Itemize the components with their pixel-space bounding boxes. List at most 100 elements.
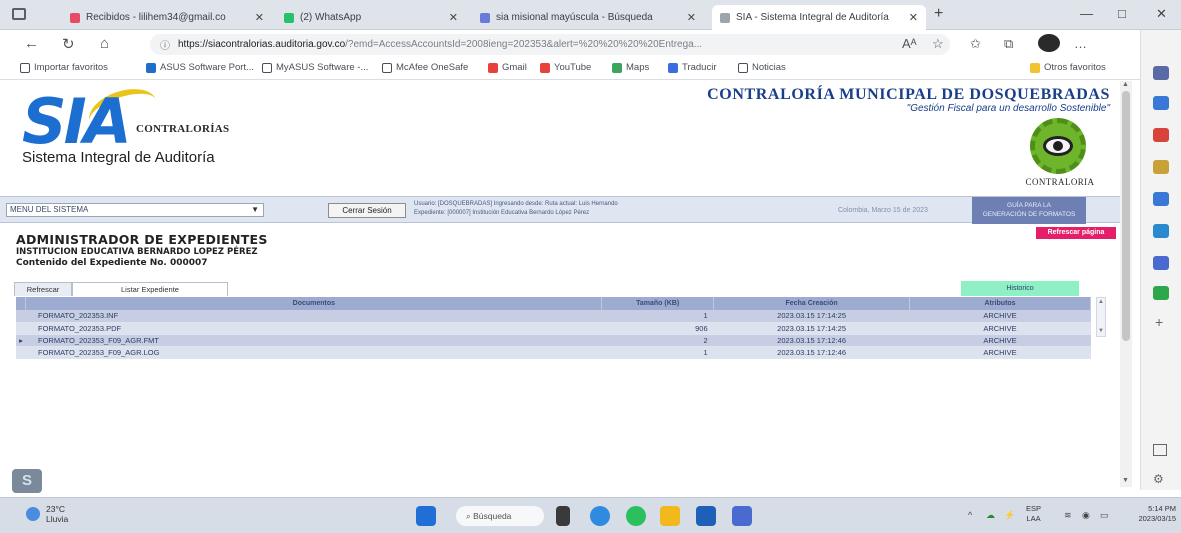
scroll-up-arrow-icon[interactable]: ▲ — [1122, 81, 1129, 88]
chat-icon[interactable] — [590, 506, 610, 526]
task-view-icon[interactable] — [556, 506, 570, 526]
table-row[interactable]: FORMATO_202353_F09_AGR.LOG 1 2023.03.15 … — [16, 346, 1091, 359]
taskbar-search[interactable]: ⌕ Búsqueda — [456, 506, 544, 526]
battery-level-icon[interactable]: ▭ — [1100, 510, 1109, 521]
weather-icon[interactable] — [26, 507, 40, 521]
bookmark-maps[interactable]: Maps — [612, 62, 649, 73]
tab-list-expediente[interactable]: Listar Expediente — [72, 282, 228, 296]
store-icon[interactable] — [696, 506, 716, 526]
bookmark-youtube[interactable]: YouTube — [540, 62, 591, 73]
favorites-icon[interactable]: ✩ — [970, 36, 981, 52]
profile-avatar[interactable] — [1038, 34, 1060, 52]
bookmark-gmail[interactable]: Gmail — [488, 62, 527, 73]
tab-sia[interactable]: SIA - Sistema Integral de Auditoría ✕ — [712, 5, 926, 30]
edge-icon[interactable] — [626, 506, 646, 526]
seal-label: CONTRALORIA — [1025, 177, 1095, 187]
new-tab-button[interactable]: + — [934, 5, 943, 23]
people-icon[interactable] — [1153, 160, 1169, 174]
document-name[interactable]: FORMATO_202353.INF — [25, 310, 602, 323]
photos-icon[interactable] — [732, 506, 752, 526]
reload-button[interactable]: ↻ — [62, 35, 75, 53]
format-guide-button[interactable]: GUÍA PARA LA GENERACIÓN DE FORMATOS — [972, 197, 1086, 224]
wifi-icon[interactable]: ≋ — [1064, 510, 1072, 521]
outlook-icon[interactable] — [1153, 224, 1169, 238]
refresh-page-button[interactable]: Refrescar página — [1036, 227, 1116, 239]
tab-whatsapp[interactable]: (2) WhatsApp ✕ — [276, 5, 466, 30]
close-tab-icon[interactable]: ✕ — [449, 11, 458, 24]
table-row[interactable]: FORMATO_202353.PDF 906 2023.03.15 17:14:… — [16, 322, 1091, 335]
tree-icon[interactable] — [1153, 286, 1169, 300]
scroll-down-arrow-icon[interactable]: ▼ — [1098, 328, 1104, 334]
home-button[interactable]: ⌂ — [100, 35, 109, 52]
tab-search[interactable]: sia misional mayúscula - Búsqueda ✕ — [472, 5, 704, 30]
weather-widget[interactable]: 23°C Lluvia — [46, 504, 68, 524]
bookmark-import[interactable]: Importar favoritos — [20, 62, 108, 73]
address-bar[interactable]: ⓘ https://siacontralorias.auditoria.gov.… — [150, 34, 950, 55]
split-screen-icon[interactable] — [1153, 444, 1167, 456]
tools-icon[interactable] — [1153, 128, 1169, 142]
history-button[interactable]: Historico — [961, 281, 1079, 296]
page-scrollbar[interactable]: ▲ ▼ — [1120, 81, 1132, 487]
close-tab-icon[interactable]: ✕ — [687, 11, 696, 24]
tab-refresh[interactable]: Refrescar — [14, 282, 72, 296]
document-name[interactable]: FORMATO_202353_F09_AGR.FMT — [25, 334, 602, 347]
tag-icon[interactable] — [1153, 96, 1169, 110]
url-host: https://siacontralorias.auditoria.gov.co — [178, 39, 346, 50]
bookmark-myasus[interactable]: MyASUS Software -... — [262, 62, 368, 73]
bookmark-news[interactable]: Noticias — [738, 62, 786, 73]
language-indicator[interactable]: ESP LAA — [1026, 504, 1041, 524]
document-size: 1 — [601, 346, 714, 359]
address-row: ← ↻ ⌂ ⓘ https://siacontralorias.auditori… — [0, 30, 1159, 58]
other-bookmarks[interactable]: Otros favoritos — [1030, 62, 1106, 73]
app-badge-icon[interactable]: S — [12, 469, 42, 493]
scroll-down-arrow-icon[interactable]: ▼ — [1122, 477, 1129, 484]
add-sidebar-icon[interactable]: + — [1155, 314, 1163, 330]
document-name[interactable]: FORMATO_202353_F09_AGR.LOG — [25, 346, 602, 359]
bookmark-translate[interactable]: Traducir — [668, 62, 717, 73]
user-info: Usuario: [DOSQUEBRADAS] Ingresando desde… — [414, 200, 618, 218]
battery-icon[interactable]: ⚡ — [1004, 510, 1015, 521]
table-row[interactable]: FORMATO_202353.INF 1 2023.03.15 17:14:25… — [16, 310, 1091, 323]
column-header-date[interactable]: Fecha Creación — [713, 297, 911, 310]
cloud-icon[interactable]: ☁ — [986, 510, 995, 521]
back-button[interactable]: ← — [24, 35, 39, 52]
table-row[interactable]: ▸ FORMATO_202353_F09_AGR.FMT 2 2023.03.1… — [16, 334, 1091, 347]
column-header-attributes[interactable]: Atributos — [909, 297, 1091, 310]
system-clock[interactable]: 5:14 PM 2023/03/15 — [1122, 504, 1176, 524]
games-icon[interactable] — [1153, 256, 1169, 270]
maximize-button[interactable]: □ — [1118, 6, 1126, 21]
close-tab-icon[interactable]: ✕ — [255, 11, 264, 24]
site-info-icon[interactable]: ⓘ — [160, 37, 170, 52]
collections-icon[interactable]: ⧉ — [1004, 36, 1013, 52]
scroll-up-arrow-icon[interactable]: ▲ — [1098, 299, 1104, 305]
volume-icon[interactable]: ◉ — [1082, 510, 1090, 521]
bookmark-asus-portal[interactable]: ASUS Software Port... — [146, 62, 254, 73]
file-explorer-icon[interactable] — [660, 506, 680, 526]
scrollbar-thumb[interactable] — [1122, 91, 1130, 341]
search-sidebar-icon[interactable] — [1153, 66, 1169, 80]
start-menu-icon[interactable] — [416, 506, 436, 526]
column-header-documents[interactable]: Documentos — [25, 297, 603, 310]
more-menu-icon[interactable]: … — [1074, 36, 1087, 51]
bookmark-label: Maps — [626, 62, 650, 73]
settings-gear-icon[interactable]: ⚙ — [1153, 472, 1164, 486]
document-name[interactable]: FORMATO_202353.PDF — [25, 322, 602, 335]
tab-gmail[interactable]: Recibidos - lilihem34@gmail.co ✕ — [62, 5, 272, 30]
logo-tagline: Sistema Integral de Auditoría — [22, 149, 215, 166]
system-menu-select[interactable]: MENU DEL SISTEMA ▼ — [6, 203, 264, 217]
bookmark-mcafee[interactable]: McAfee OneSafe — [382, 62, 468, 73]
user-info-line: Expediente: [000007] Institución Educati… — [414, 210, 590, 216]
minimize-button[interactable]: — — [1080, 6, 1093, 21]
read-aloud-icon[interactable]: Aᴬ — [902, 36, 917, 51]
favorite-star-icon[interactable]: ☆ — [932, 36, 944, 52]
close-tab-icon[interactable]: ✕ — [909, 11, 918, 24]
tab-title: SIA - Sistema Integral de Auditoría — [736, 12, 889, 23]
table-scrollbar[interactable]: ▲ ▼ — [1096, 297, 1106, 337]
window-menu-icon[interactable] — [12, 8, 26, 20]
logout-button[interactable]: Cerrar Sesión — [328, 203, 406, 218]
close-window-button[interactable]: ✕ — [1156, 6, 1167, 22]
office-icon[interactable] — [1153, 192, 1169, 206]
tab-title: Recibidos - lilihem34@gmail.co — [86, 12, 226, 23]
show-hidden-icons[interactable]: ^ — [968, 510, 972, 520]
column-header-size[interactable]: Tamaño (KB) — [601, 297, 715, 310]
